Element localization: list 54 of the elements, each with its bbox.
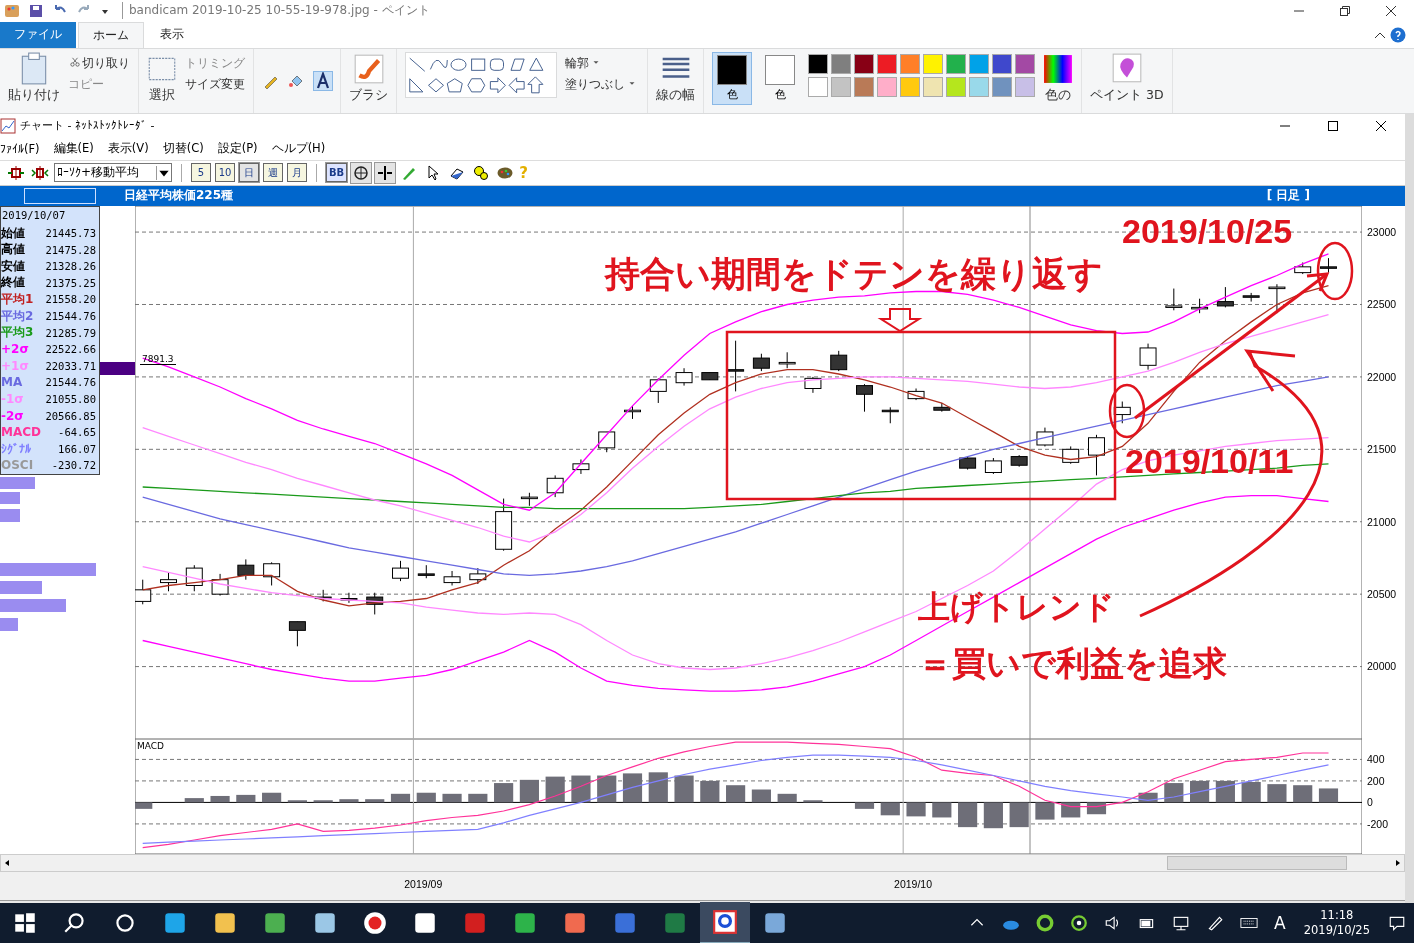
info-label: OSCI: [1, 458, 34, 473]
axis-label: 23000: [1367, 225, 1397, 238]
axis-label: 22000: [1367, 370, 1397, 383]
info-label: 安値: [1, 257, 25, 275]
axis-label: 20500: [1367, 587, 1397, 600]
period-label: [ 日足 ]: [1266, 187, 1310, 205]
axis-label: 22500: [1367, 298, 1397, 311]
annotation-text: ＝買いで利益を追求: [918, 645, 1227, 680]
info-value: 21544.76: [45, 310, 96, 323]
window-title: bandicam 2019-10-25 10-55-19-978.jpg - ペイント: [122, 2, 430, 20]
annotation-text: 2019/10/11: [1125, 443, 1294, 478]
info-value: 22033.71: [45, 359, 96, 372]
annotation-text: 持合い期間をドテンを繰り返す: [605, 255, 1103, 291]
info-value: 21375.25: [45, 276, 96, 289]
info-label: -1σ: [1, 392, 24, 407]
axis-label: -200: [1367, 817, 1388, 830]
info-label: 始値: [1, 224, 25, 242]
info-label: 平均1: [1, 291, 34, 308]
volume-label: 7891.3: [140, 353, 176, 365]
info-value: 22522.66: [45, 343, 96, 356]
info-label: MACD: [1, 425, 41, 440]
info-value: 21475.28: [45, 243, 96, 256]
info-value: 21285.79: [45, 326, 96, 339]
axis-label: 21500: [1367, 443, 1397, 456]
info-label: 平均3: [1, 324, 34, 342]
info-value: 21544.76: [45, 376, 96, 389]
info-value: -64.65: [58, 426, 96, 439]
info-value: 21558.20: [45, 293, 96, 306]
info-label: MA: [1, 375, 23, 390]
info-value: 21328.26: [45, 260, 96, 273]
info-label: ｼｸﾞﾅﾙ: [1, 441, 31, 456]
info-value: 166.07: [58, 442, 96, 455]
info-label: +2σ: [1, 342, 29, 357]
instrument-name: 日経平均株価225種: [124, 187, 234, 205]
info-label: -2σ: [1, 408, 24, 423]
window-title: チャート - ﾈｯﾄｽﾄｯｸﾄﾚｰﾀﾞ -: [20, 118, 155, 134]
axis-label: 2019/10: [894, 877, 932, 890]
info-value: 21055.80: [45, 393, 96, 406]
axis-label: 400: [1367, 753, 1385, 766]
info-label: 終値: [1, 274, 25, 292]
axis-label: 2019/09: [404, 877, 443, 890]
info-label: 高値: [1, 241, 25, 259]
info-label: +1σ: [1, 358, 29, 373]
info-value: -230.72: [51, 459, 96, 472]
axis-label: 20000: [1367, 660, 1397, 673]
axis-label: 200: [1367, 774, 1385, 787]
info-date: 2019/10/07: [1, 208, 67, 223]
chart-title: MACD: [137, 740, 164, 751]
annotation-text: 2019/10/25: [1122, 213, 1293, 248]
info-value: 21445.73: [45, 227, 96, 240]
axis-label: 0: [1367, 796, 1373, 809]
info-label: 平均2: [1, 307, 34, 325]
axis-label: 21000: [1367, 515, 1397, 528]
info-value: 20566.85: [45, 409, 96, 422]
